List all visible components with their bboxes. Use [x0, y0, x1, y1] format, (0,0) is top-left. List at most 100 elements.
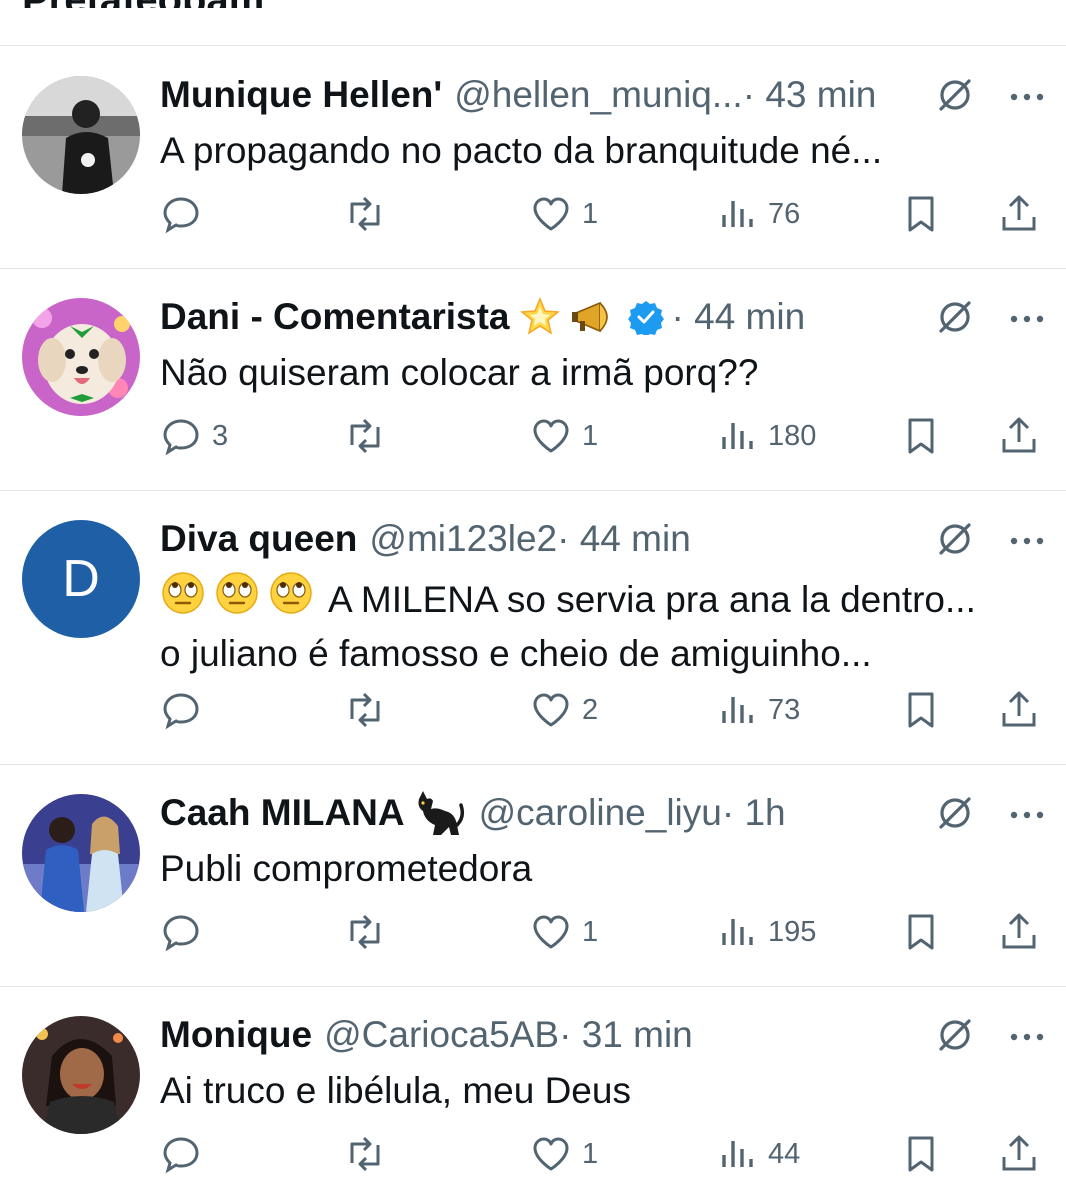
retweet-button[interactable] — [342, 910, 388, 954]
share-icon — [998, 193, 1040, 235]
tweet-text: Publi comprometedora — [160, 848, 533, 889]
more-options-icon[interactable] — [1010, 1029, 1044, 1047]
view-count: 195 — [768, 915, 817, 948]
bookmark-icon — [902, 1133, 940, 1175]
tweet-2[interactable]: Dani - Comentarista · 44 min Não quisera… — [0, 268, 1066, 490]
user-handle[interactable]: @caroline_liyu — [479, 790, 722, 836]
eye-roll-emoji — [268, 570, 314, 629]
retweet-button[interactable] — [342, 414, 388, 458]
eye-roll-emoji — [160, 570, 206, 629]
more-options-icon[interactable] — [1010, 311, 1044, 329]
retweet-icon — [342, 689, 388, 731]
views-button[interactable]: 73 — [718, 688, 800, 732]
like-button[interactable]: 1 — [530, 192, 598, 236]
display-name[interactable]: Dani - Comentarista — [160, 294, 510, 340]
retweet-button[interactable] — [342, 1132, 388, 1176]
reply-count: 3 — [212, 419, 229, 452]
tweet-5[interactable]: Monique @Carioca5AB · 31 min Ai truco e … — [0, 986, 1066, 1200]
retweet-button[interactable] — [342, 192, 388, 236]
share-button[interactable] — [998, 688, 1040, 732]
action-bar: 2 73 — [160, 688, 1038, 732]
tweet-1[interactable]: Munique Hellen' @hellen_muniq... · 43 mi… — [0, 46, 1066, 268]
reply-button[interactable]: 3 — [160, 414, 228, 458]
like-button[interactable]: 1 — [530, 414, 598, 458]
tweet-text: A MILENA so servia pra ana la dentro... — [328, 578, 976, 620]
heart-icon — [530, 911, 572, 953]
view-count: 180 — [768, 419, 817, 452]
display-name[interactable]: Munique Hellen' — [160, 72, 442, 118]
avatar[interactable]: D — [22, 520, 140, 638]
grok-icon[interactable] — [936, 520, 974, 563]
more-options-icon[interactable] — [1010, 89, 1044, 107]
views-button[interactable]: 195 — [718, 910, 816, 954]
bookmark-icon — [902, 193, 940, 235]
view-count: 44 — [768, 1137, 801, 1170]
tweet-text: Não quiseram colocar a irmã porq?? — [160, 352, 759, 393]
timestamp[interactable]: · 1h — [722, 790, 786, 836]
bookmark-button[interactable] — [902, 1132, 940, 1176]
avatar[interactable] — [22, 76, 140, 194]
display-name[interactable]: Caah MILANA — [160, 790, 405, 836]
timestamp[interactable]: · 43 min — [743, 72, 877, 118]
views-button[interactable]: 44 — [718, 1132, 800, 1176]
retweet-icon — [342, 1133, 388, 1175]
like-button[interactable]: 2 — [530, 688, 598, 732]
tweet-3[interactable]: D Diva queen @mi123le2 · 44 min A MILENA… — [0, 490, 1066, 764]
bookmark-button[interactable] — [902, 688, 940, 732]
timestamp[interactable]: · 31 min — [559, 1012, 693, 1058]
grok-icon[interactable] — [936, 1016, 974, 1059]
share-button[interactable] — [998, 192, 1040, 236]
like-count: 1 — [582, 419, 599, 452]
bookmark-button[interactable] — [902, 192, 940, 236]
views-icon — [718, 1133, 758, 1175]
like-count: 2 — [582, 693, 599, 726]
more-options-icon[interactable] — [1010, 807, 1044, 825]
reply-button[interactable] — [160, 192, 202, 236]
user-handle[interactable]: @Carioca5AB — [324, 1012, 559, 1058]
views-button[interactable]: 76 — [718, 192, 800, 236]
more-options-icon[interactable] — [1010, 533, 1044, 551]
bookmark-button[interactable] — [902, 414, 940, 458]
reply-button[interactable] — [160, 688, 202, 732]
tweet-4[interactable]: Caah MILANA @caroline_liyu · 1h Publi co… — [0, 764, 1066, 986]
share-button[interactable] — [998, 1132, 1040, 1176]
display-name[interactable]: Monique — [160, 1012, 312, 1058]
grok-icon[interactable] — [936, 298, 974, 341]
share-button[interactable] — [998, 910, 1040, 954]
share-button[interactable] — [998, 414, 1040, 458]
timestamp[interactable]: · 44 min — [557, 516, 691, 562]
heart-icon — [530, 689, 572, 731]
like-button[interactable]: 1 — [530, 910, 598, 954]
bookmark-icon — [902, 689, 940, 731]
verified-badge-icon[interactable] — [627, 299, 664, 335]
display-name[interactable]: Diva queen — [160, 516, 357, 562]
user-handle[interactable]: @hellen_muniq... — [454, 72, 743, 118]
heart-icon — [530, 415, 572, 457]
timestamp[interactable]: · 44 min — [672, 294, 806, 340]
views-icon — [718, 415, 758, 457]
avatar[interactable] — [22, 1016, 140, 1134]
retweet-icon — [342, 193, 388, 235]
like-count: 1 — [582, 1137, 599, 1170]
views-button[interactable]: 180 — [718, 414, 816, 458]
like-button[interactable]: 1 — [530, 1132, 598, 1176]
action-bar: 1 44 — [160, 1132, 1038, 1176]
reply-button[interactable] — [160, 1132, 202, 1176]
grok-icon[interactable] — [936, 76, 974, 119]
retweet-button[interactable] — [342, 688, 388, 732]
user-handle[interactable]: @mi123le2 — [369, 516, 557, 562]
heart-icon — [530, 1133, 572, 1175]
bookmark-button[interactable] — [902, 910, 940, 954]
views-icon — [718, 689, 758, 731]
tweet-text-line-2: o juliano é famosso e cheio de amiguinho… — [160, 633, 872, 674]
avatar-letter: D — [62, 550, 100, 608]
action-bar: 1 195 — [160, 910, 1038, 954]
view-count: 73 — [768, 693, 801, 726]
black-cat-emoji — [415, 791, 465, 835]
avatar[interactable] — [22, 298, 140, 416]
bookmark-icon — [902, 415, 940, 457]
reply-button[interactable] — [160, 910, 202, 954]
reply-icon — [160, 689, 202, 731]
grok-icon[interactable] — [936, 794, 974, 837]
avatar[interactable] — [22, 794, 140, 912]
